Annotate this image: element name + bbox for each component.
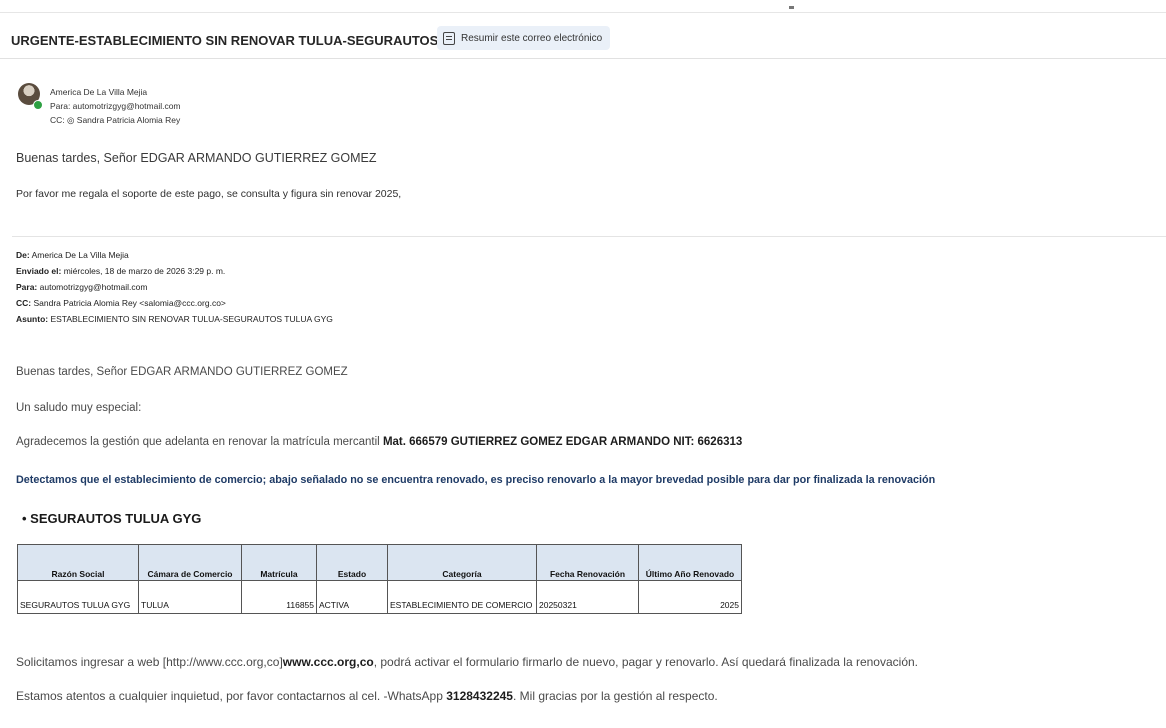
to-recipients[interactable]: Para: automotrizgyg@hotmail.com: [50, 101, 181, 111]
forward-cc: CC: Sandra Patricia Alomia Rey <salomia@…: [16, 298, 226, 308]
cell-fecha: 20250321: [536, 580, 639, 614]
solicit-text: Solicitamos ingresar a web [http://www.c…: [16, 655, 918, 669]
whatsapp-number: 3128432245: [446, 689, 513, 703]
window-handle-icon[interactable]: [789, 6, 794, 9]
detect-notice: Detectamos que el establecimiento de com…: [16, 474, 936, 486]
cell-razon-social: SEGURAUTOS TULUA GYG: [17, 580, 139, 614]
cell-ultimo-ano: 2025: [638, 580, 742, 614]
summarize-label: Resumir este correo electrónico: [461, 32, 603, 44]
cell-categoria: ESTABLECIMIENTO DE COMERCIO: [387, 580, 537, 614]
sender-name[interactable]: America De La Villa Mejia: [50, 87, 147, 97]
summarize-email-button[interactable]: Resumir este correo electrónico: [437, 26, 611, 50]
contact-text: Estamos atentos a cualquier inquietud, p…: [16, 689, 718, 703]
col-estado: Estado: [316, 544, 388, 581]
col-fecha: Fecha Renovación: [536, 544, 639, 581]
top-toolbar: [0, 0, 1166, 13]
cc-recipients[interactable]: CC: ◎ Sandra Patricia Alomia Rey: [50, 115, 180, 126]
establishment-bullet: • SEGURAUTOS TULUA GYG: [22, 511, 202, 526]
request-text: Por favor me regala el soporte de este p…: [16, 188, 402, 200]
col-camara: Cámara de Comercio: [138, 544, 242, 581]
cell-estado: ACTIVA: [316, 580, 388, 614]
forward-separator: [12, 236, 1166, 237]
forward-to: Para: automotrizgyg@hotmail.com: [16, 282, 148, 292]
cell-matricula: 116855: [241, 580, 317, 614]
establishment-table: Razón Social Cámara de Comercio Matrícul…: [17, 544, 742, 614]
forward-greeting: Buenas tardes, Señor EDGAR ARMANDO GUTIE…: [16, 366, 348, 378]
col-matricula: Matrícula: [241, 544, 317, 581]
presence-status-icon: [33, 100, 43, 110]
website-link[interactable]: www.ccc.org,co: [283, 655, 374, 669]
table-header-row: Razón Social Cámara de Comercio Matrícul…: [17, 544, 742, 581]
forward-subject: Asunto: ESTABLECIMIENTO SIN RENOVAR TULU…: [16, 314, 333, 324]
col-ultimo-ano: Último Año Renovado: [638, 544, 742, 581]
thanks-text: Agradecemos la gestión que adelanta en r…: [16, 436, 743, 448]
registration-info: Mat. 666579 GUTIERREZ GOMEZ EDGAR ARMAND…: [382, 436, 743, 448]
greeting: Buenas tardes, Señor EDGAR ARMANDO GUTIE…: [16, 151, 377, 165]
salute-text: Un saludo muy especial:: [16, 402, 142, 414]
table-row: SEGURAUTOS TULUA GYG TULUA 116855 ACTIVA…: [17, 580, 742, 614]
forward-sent: Enviado el: miércoles, 18 de marzo de 20…: [16, 266, 226, 276]
cell-camara: TULUA: [138, 580, 242, 614]
summary-icon: [443, 31, 455, 45]
col-razon-social: Razón Social: [17, 544, 139, 581]
forward-from: De: America De La Villa Mejia: [16, 250, 129, 260]
col-categoria: Categoría: [387, 544, 537, 581]
